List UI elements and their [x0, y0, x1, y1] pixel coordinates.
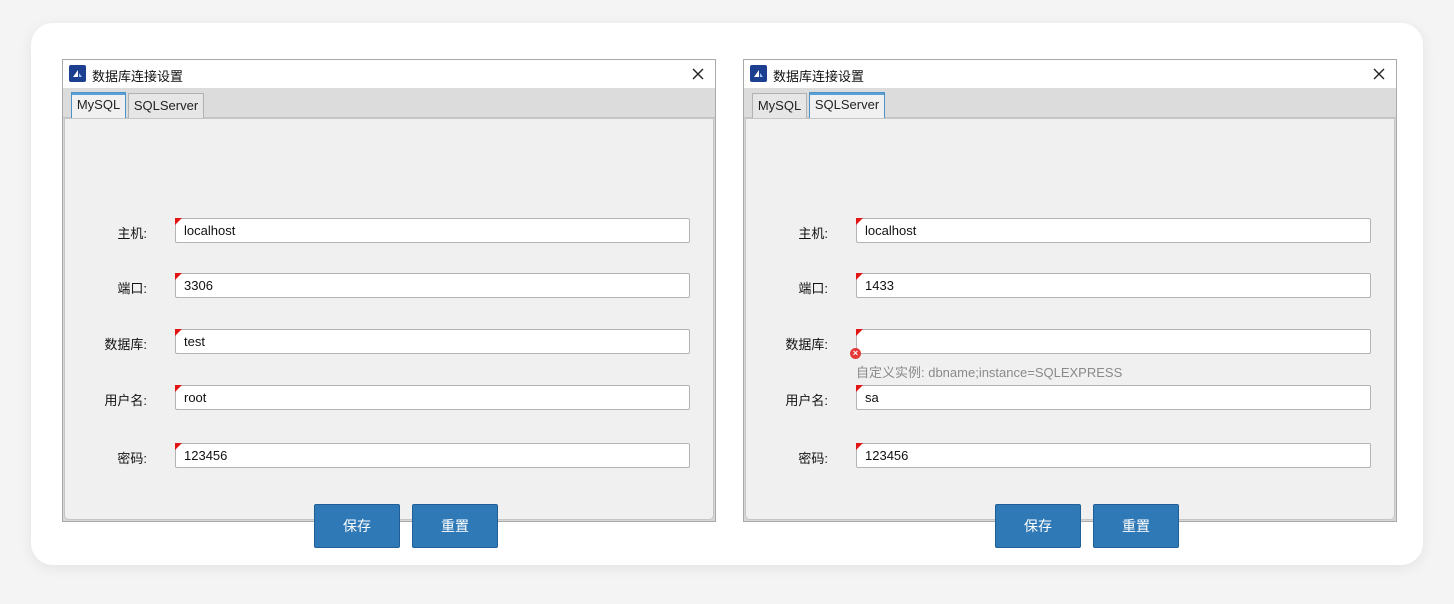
- dialog-title: 数据库连接设置: [92, 69, 184, 84]
- database-label: 数据库:: [104, 337, 147, 352]
- host-field[interactable]: localhost: [175, 218, 690, 243]
- app-icon: [750, 65, 767, 82]
- database-label: 数据库:: [785, 337, 828, 352]
- tab-sqlserver[interactable]: SQLServer: [128, 93, 204, 118]
- port-label: 端口:: [798, 281, 828, 296]
- form-panel: 主机: localhost 端口: 1433 数据库: × 自定义实例: dbn…: [745, 118, 1395, 548]
- username-field[interactable]: root: [175, 385, 690, 410]
- username-label: 用户名:: [104, 393, 147, 408]
- db-connection-dialog-mysql: 数据库连接设置 MySQL SQLServer 主机: localhost 端口…: [62, 59, 716, 548]
- app-icon: [69, 65, 86, 82]
- password-field[interactable]: 123456: [856, 443, 1371, 468]
- port-field[interactable]: 3306: [175, 273, 690, 298]
- dialog-title: 数据库连接设置: [773, 69, 865, 84]
- tab-mysql[interactable]: MySQL: [71, 92, 126, 119]
- close-icon: [1373, 68, 1385, 80]
- database-hint: 自定义实例: dbname;instance=SQLEXPRESS: [856, 365, 1123, 380]
- username-field[interactable]: sa: [856, 385, 1371, 410]
- form-panel: 主机: localhost 端口: 3306 数据库: test 用户名: ro…: [64, 118, 714, 548]
- password-label: 密码:: [117, 451, 147, 466]
- database-field[interactable]: [856, 329, 1371, 354]
- title-bar: 数据库连接设置: [63, 60, 715, 88]
- close-button[interactable]: [1369, 64, 1389, 84]
- tab-strip: MySQL SQLServer: [744, 88, 1396, 119]
- username-label: 用户名:: [785, 393, 828, 408]
- title-bar: 数据库连接设置: [744, 60, 1396, 88]
- reset-button[interactable]: 重置: [1093, 504, 1179, 548]
- reset-button[interactable]: 重置: [412, 504, 498, 548]
- database-field[interactable]: test: [175, 329, 690, 354]
- password-field[interactable]: 123456: [175, 443, 690, 468]
- port-field[interactable]: 1433: [856, 273, 1371, 298]
- host-label: 主机:: [798, 226, 828, 241]
- host-label: 主机:: [117, 226, 147, 241]
- close-button[interactable]: [688, 64, 708, 84]
- port-label: 端口:: [117, 281, 147, 296]
- tab-sqlserver[interactable]: SQLServer: [809, 92, 885, 119]
- save-button[interactable]: 保存: [995, 504, 1081, 548]
- tab-strip: MySQL SQLServer: [63, 88, 715, 119]
- password-label: 密码:: [798, 451, 828, 466]
- save-button[interactable]: 保存: [314, 504, 400, 548]
- host-field[interactable]: localhost: [856, 218, 1371, 243]
- error-icon: ×: [850, 348, 861, 359]
- db-connection-dialog-sqlserver: 数据库连接设置 MySQL SQLServer 主机: localhost 端口…: [743, 59, 1397, 548]
- tab-mysql[interactable]: MySQL: [752, 93, 807, 118]
- close-icon: [692, 68, 704, 80]
